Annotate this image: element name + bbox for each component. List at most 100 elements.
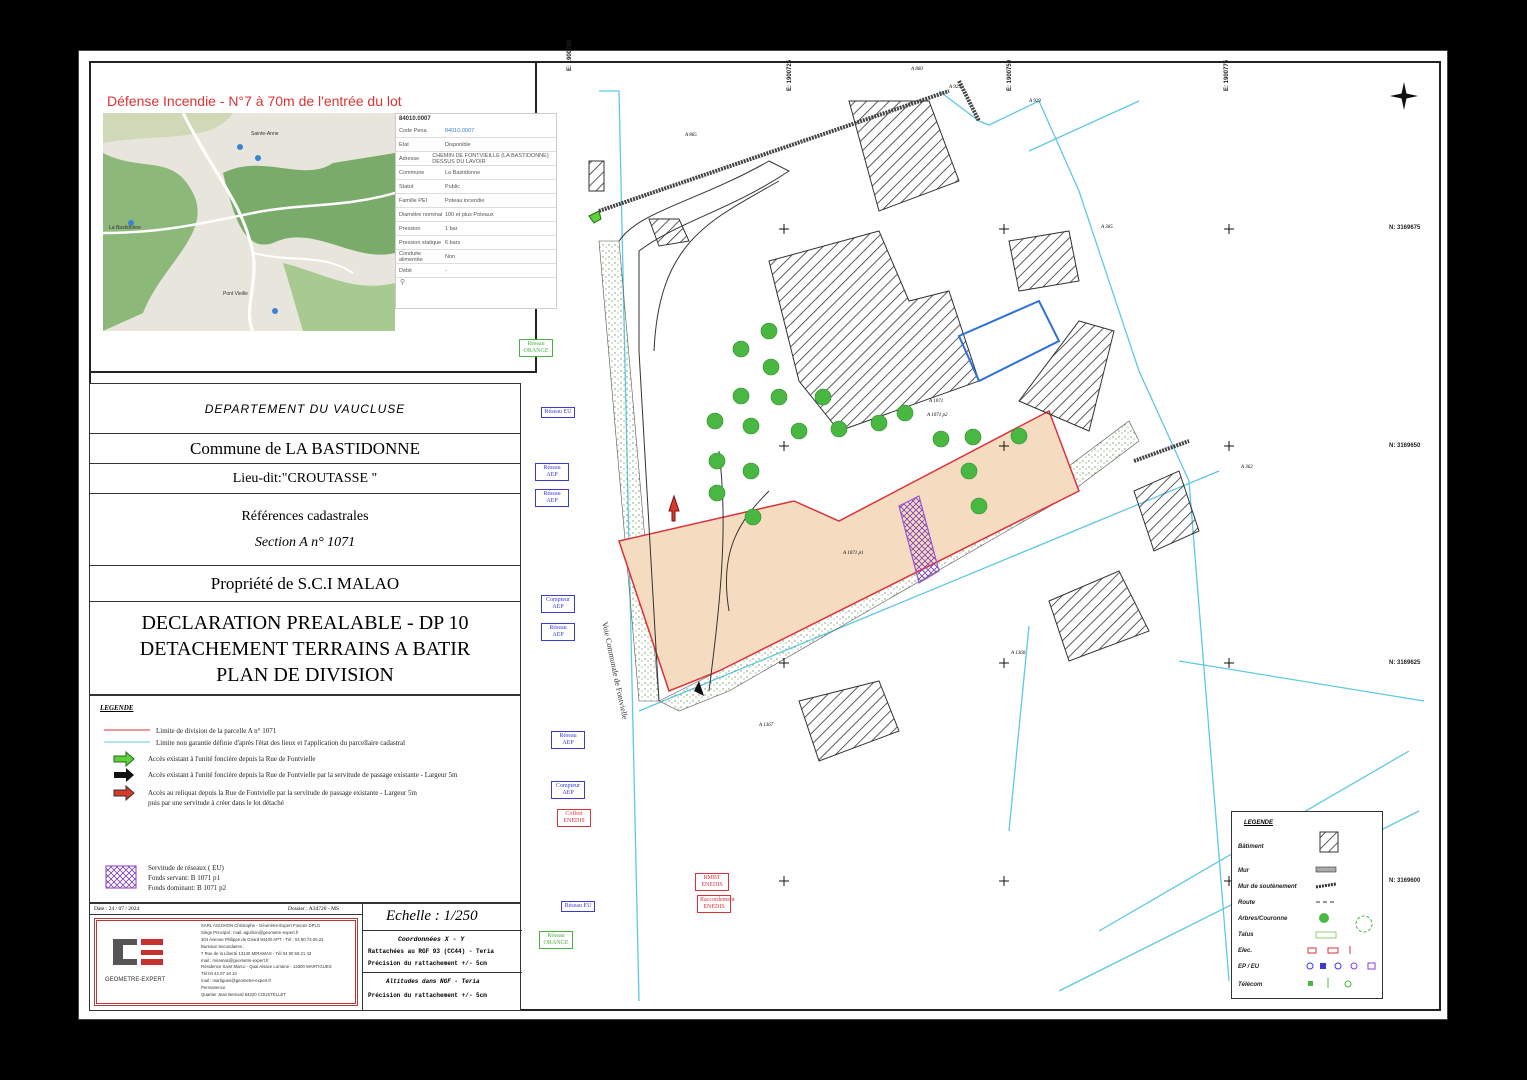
coord-top-2: E: 1900725 xyxy=(787,59,793,91)
network-box: Réseau AEP xyxy=(535,489,569,507)
section-text: Section A n° 1071 xyxy=(254,534,356,550)
tree-mark xyxy=(708,452,726,470)
parcel-label: A 865 xyxy=(685,133,697,138)
tree-mark xyxy=(964,428,982,446)
company-line: Résidence Saint Marco - Quai Alsace Lorr… xyxy=(201,964,332,970)
tree-mark xyxy=(960,462,978,480)
department-row: DEPARTEMENT DU VAUCLUSE xyxy=(90,384,520,434)
network-box: Compteur AEP xyxy=(551,781,585,799)
tree-mark xyxy=(1010,427,1028,445)
tree-mark xyxy=(970,497,988,515)
company-line: Siège Principal : mail. aguihon@geometre… xyxy=(201,929,299,935)
grid-cross xyxy=(999,876,1009,886)
parcel-label: A 365 xyxy=(1101,225,1113,230)
grid-cross xyxy=(999,658,1009,668)
coord-right-1: N: 3169675 xyxy=(1389,225,1421,231)
network-box: Réseau AEP xyxy=(541,623,575,641)
parcel-label: A 1360 xyxy=(1011,651,1026,656)
symbol-legend-icons xyxy=(1306,831,1376,988)
tree-mark xyxy=(708,484,726,502)
tree-mark xyxy=(870,414,888,432)
grid-cross xyxy=(779,441,789,451)
tree-mark xyxy=(790,422,808,440)
tree-mark xyxy=(896,404,914,422)
tree-mark xyxy=(742,462,760,480)
declaration-row: DECLARATION PREALABLE - DP 10 DETACHEMEN… xyxy=(90,602,520,696)
network-box: Raccordement ENEDIS xyxy=(697,895,735,913)
commune-row: Commune de LA BASTIDONNE xyxy=(90,434,520,464)
title-block: DEPARTEMENT DU VAUCLUSE Commune de LA BA… xyxy=(89,383,521,695)
footer-block: Date : 24 / 07 / 2024 Dossier : A34720 -… xyxy=(89,903,522,1011)
tree-mark xyxy=(706,412,724,430)
company-line: Bureaux Secondaires : xyxy=(201,943,245,949)
coord-right-2: N: 3169650 xyxy=(1389,443,1421,449)
network-box: Réseau ORANGE xyxy=(519,339,553,357)
coord-right-3: N: 3169625 xyxy=(1389,660,1421,666)
parcel-label: A 1071 p1 xyxy=(843,551,864,556)
parcel-label: A 1071 p2 xyxy=(927,413,948,418)
network-box: Réseau AEP xyxy=(535,463,569,481)
network-box: Réseau AEP xyxy=(551,731,585,749)
coord-top-4: E: 1900775 xyxy=(1224,59,1230,91)
legend-item-2: Limite non garantie définie d'après l'ét… xyxy=(156,739,406,747)
coord-top-3: E: 1900750 xyxy=(1007,59,1013,91)
lieu-dit-row: Lieu-dit:"CROUTASSE " xyxy=(90,464,520,494)
company-line: SARL AGUIHON Christophe - Géomètre-Exper… xyxy=(201,923,321,928)
servitude-line-2: Fonds servant: B 1071 p1 xyxy=(148,874,220,882)
network-box: Coffret ENEDIS xyxy=(557,809,591,827)
alt-title: Altitudes dans NGF - Teria xyxy=(386,978,480,985)
company-line: Tél 04 42 07 10 10 xyxy=(201,971,237,977)
logo-text: GEOMETRE-EXPERT xyxy=(105,977,166,983)
grid-cross xyxy=(1224,224,1234,234)
scale-text: Echelle : 1/250 xyxy=(386,908,478,924)
grid-cross xyxy=(779,224,789,234)
commune-text: Commune de LA BASTIDONNE xyxy=(190,438,420,458)
legend-item-1: Limite de division de la parcelle A n° 1… xyxy=(156,727,277,735)
servitude-line-3: Fonds dominant: B 1071 p2 xyxy=(148,884,227,892)
company-line: mail : miramas@geometre-expert.fr xyxy=(201,957,269,963)
grid-cross xyxy=(1224,658,1234,668)
legend-item-5: Accès au reliquat depuis la Rue de Fontv… xyxy=(148,789,417,797)
propriete-text: Propriété de S.C.I MALAO xyxy=(210,573,400,593)
coord-line-2: Précision du rattachement +/- 5cm xyxy=(368,960,487,967)
parcel-label: A 929 xyxy=(1029,99,1041,104)
network-box: Réseau EU xyxy=(561,901,595,912)
tree-mark xyxy=(744,508,762,526)
coord-right-4: N: 3169600 xyxy=(1389,878,1421,884)
parcel-label: A 1367 xyxy=(759,723,774,728)
network-box: Réseau ORANGE xyxy=(539,931,573,949)
geometre-logo-icon xyxy=(113,939,163,965)
legend-item-3: Accès existant à l'unité foncière depuis… xyxy=(148,755,316,763)
dossier-text: Dossier : A34720 - MS xyxy=(288,906,340,912)
grid-cross xyxy=(1224,441,1234,451)
tree-mark xyxy=(770,388,788,406)
legend-item-6: puis par une servitude à créer dans le l… xyxy=(148,799,284,807)
company-line: 304 Avenue Philippe de Girard 84400 APT … xyxy=(201,936,324,942)
coord-title: Coordonnées X - Y xyxy=(398,936,465,943)
parcel-label: A 860 xyxy=(911,67,923,72)
date-text: Date : 24 / 07 / 2024 xyxy=(94,906,140,912)
tree-mark xyxy=(814,388,832,406)
declaration-line-1: DECLARATION PREALABLE - DP 10 xyxy=(141,612,469,634)
company-line: Quartier Jean Bernard 84220 COUSTELLET xyxy=(201,992,287,998)
declaration-line-2: DETACHEMENT TERRAINS A BATIR xyxy=(139,638,471,660)
plan-sheet: Défense Incendie - N°7 à 70m de l'entrée… xyxy=(78,40,1448,1020)
tree-mark xyxy=(762,358,780,376)
tree-mark xyxy=(932,430,950,448)
coord-line-1: Rattachées au RGF 93 (CC44) - Teria xyxy=(368,948,495,955)
lieu-dit-text: Lieu-dit:"CROUTASSE " xyxy=(232,470,378,486)
alt-line: Précision du rattachement +/- 5cm xyxy=(368,992,487,999)
symbol-legend: LEGENDE Bâtiment Mur Mur de soutènement … xyxy=(1231,811,1383,999)
parcel-label: A 362 xyxy=(1241,465,1253,470)
parcel-label: A 929 xyxy=(949,85,961,90)
company-lines: SARL AGUIHON Christophe - Géomètre-Exper… xyxy=(201,923,332,999)
references-row: Références cadastrales Section A n° 1071 xyxy=(90,494,520,566)
tree-mark xyxy=(760,322,778,340)
references-title: Références cadastrales xyxy=(241,508,369,524)
network-box: Compteur AEP xyxy=(541,595,575,613)
department-text: DEPARTEMENT DU VAUCLUSE xyxy=(204,401,406,416)
network-box: Réseau EU xyxy=(541,407,575,418)
declaration-line-3: PLAN DE DIVISION xyxy=(216,664,394,686)
servitude-line-1: Servitude de réseaux ( EU) xyxy=(148,864,224,872)
company-line: Permanence xyxy=(201,985,226,991)
